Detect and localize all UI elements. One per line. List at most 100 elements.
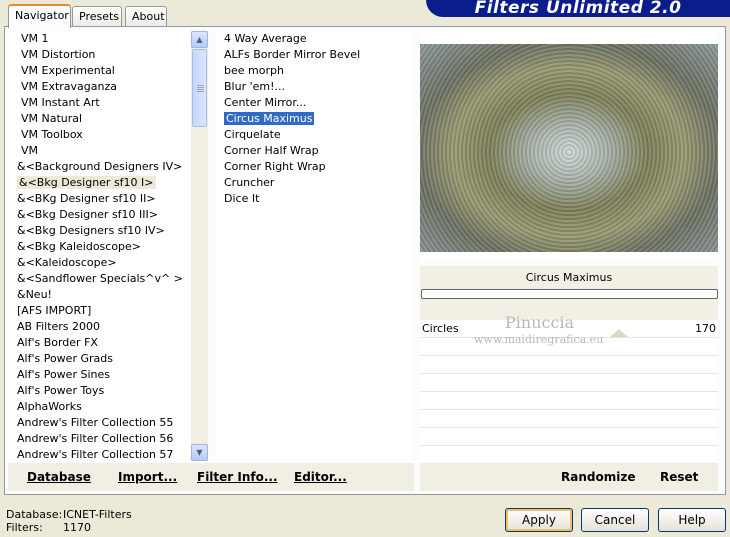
- scroll-up-icon[interactable]: ▲: [191, 31, 208, 48]
- filter-item[interactable]: Dice It: [216, 191, 412, 207]
- category-label: &<Bkg Designers sf10 IV>: [17, 224, 165, 237]
- category-label: Andrew's Filter Collection 56: [17, 432, 174, 445]
- category-label: AlphaWorks: [17, 400, 82, 413]
- category-item[interactable]: VM Distortion: [8, 47, 190, 63]
- category-item[interactable]: Alf's Border FX: [8, 335, 190, 351]
- category-label: Alf's Power Toys: [17, 384, 105, 397]
- filter-label: Blur 'em!...: [224, 80, 285, 93]
- filter-info-button[interactable]: Filter Info...: [197, 470, 278, 484]
- category-list[interactable]: VM 1 VM Distortion VM Experimental VM Extra…: [8, 31, 190, 461]
- category-label: AB Filters 2000: [17, 320, 101, 333]
- category-item[interactable]: Alf's Power Grads: [8, 351, 190, 367]
- category-item[interactable]: Andrew's Filter Collection 57: [8, 447, 190, 461]
- import-button[interactable]: Import...: [118, 470, 177, 484]
- slider-marker-icon[interactable]: [610, 329, 628, 337]
- category-item[interactable]: &<Sandflower Specials^v^ >: [8, 271, 190, 287]
- filter-label: Cruncher: [224, 176, 275, 189]
- category-item[interactable]: &<Kaleidoscope>: [8, 255, 190, 271]
- category-label: [AFS IMPORT]: [17, 304, 92, 317]
- category-item[interactable]: &Neu!: [8, 287, 190, 303]
- randomize-button[interactable]: Randomize: [561, 470, 635, 484]
- tab-presets[interactable]: Presets: [72, 6, 122, 26]
- apply-button[interactable]: Apply: [505, 508, 573, 532]
- category-item[interactable]: AlphaWorks: [8, 399, 190, 415]
- category-label: VM Instant Art: [21, 96, 100, 109]
- category-label: &Neu!: [17, 288, 52, 301]
- param-row-empty: [420, 356, 718, 374]
- filter-label: Cirquelate: [224, 128, 281, 141]
- category-label: VM Experimental: [21, 64, 115, 77]
- param-label: Circles: [422, 322, 459, 335]
- category-item[interactable]: VM Experimental: [8, 63, 190, 79]
- filter-label: bee morph: [224, 64, 284, 77]
- database-value: ICNET-Filters: [63, 508, 132, 521]
- category-scrollbar[interactable]: ▲ ▼: [191, 31, 208, 461]
- category-label: Alf's Border FX: [17, 336, 98, 349]
- category-item[interactable]: Alf's Power Toys: [8, 383, 190, 399]
- filter-item[interactable]: Blur 'em!...: [216, 79, 412, 95]
- category-item[interactable]: VM 1: [8, 31, 190, 47]
- param-row-empty: [420, 446, 718, 464]
- cancel-button[interactable]: Cancel: [581, 508, 649, 532]
- category-item[interactable]: VM Natural: [8, 111, 190, 127]
- category-item[interactable]: VM Instant Art: [8, 95, 190, 111]
- category-item[interactable]: &<Bkg Designers sf10 IV>: [8, 223, 190, 239]
- filter-title-bar: Circus Maximus: [420, 266, 718, 320]
- filter-label: Corner Half Wrap: [224, 144, 319, 157]
- progress-bar: [421, 289, 718, 299]
- scroll-thumb[interactable]: [192, 49, 207, 127]
- param-row-empty: [420, 428, 718, 446]
- param-row-empty: [420, 374, 718, 392]
- filters-label: Filters:: [6, 521, 43, 534]
- tab-about[interactable]: About: [125, 6, 167, 26]
- category-item[interactable]: Alf's Power Sines: [8, 367, 190, 383]
- help-button[interactable]: Help: [658, 508, 726, 532]
- category-item[interactable]: &<BKg Designer sf10 II>: [8, 191, 190, 207]
- category-item[interactable]: [AFS IMPORT]: [8, 303, 190, 319]
- category-label: VM Toolbox: [21, 128, 83, 141]
- category-label: &<Bkg Kaleidoscope>: [17, 240, 142, 253]
- category-item[interactable]: &<Bkg Kaleidoscope>: [8, 239, 190, 255]
- category-item[interactable]: &<Bkg Designer sf10 III>: [8, 207, 190, 223]
- filter-item[interactable]: 4 Way Average: [216, 31, 412, 47]
- param-value: 170: [695, 322, 716, 335]
- filter-label: ALFs Border Mirror Bevel: [224, 48, 361, 61]
- category-item[interactable]: VM: [8, 143, 190, 159]
- filter-item[interactable]: Cruncher: [216, 175, 412, 191]
- filter-title: Circus Maximus: [525, 271, 613, 284]
- category-label: Andrew's Filter Collection 55: [17, 416, 174, 429]
- filter-item[interactable]: bee morph: [216, 63, 412, 79]
- filter-list[interactable]: 4 Way Average ALFs Border Mirror Bevel bee…: [216, 31, 412, 461]
- filter-label: Dice It: [224, 192, 260, 205]
- category-label: VM: [21, 144, 39, 157]
- filter-label: Circus Maximus: [224, 112, 315, 125]
- category-label: VM Extravaganza: [21, 80, 118, 93]
- category-item[interactable]: VM Toolbox: [8, 127, 190, 143]
- category-label: VM Natural: [21, 112, 83, 125]
- database-button[interactable]: Database: [27, 470, 91, 484]
- filter-item[interactable]: ALFs Border Mirror Bevel: [216, 47, 412, 63]
- category-label: &<Kaleidoscope>: [17, 256, 117, 269]
- category-item[interactable]: &<Bkg Designer sf10 I>: [8, 175, 190, 191]
- category-item[interactable]: VM Extravaganza: [8, 79, 190, 95]
- preview-button-strip: Randomize Reset: [420, 463, 718, 491]
- filter-item[interactable]: Center Mirror...: [216, 95, 412, 111]
- filter-label: Center Mirror...: [224, 96, 307, 109]
- scroll-down-icon[interactable]: ▼: [191, 444, 208, 461]
- category-item[interactable]: AB Filters 2000: [8, 319, 190, 335]
- app-banner: Filters Unlimited 2.0: [426, 0, 730, 17]
- category-item[interactable]: Andrew's Filter Collection 55: [8, 415, 190, 431]
- filter-item[interactable]: Corner Right Wrap: [216, 159, 412, 175]
- filter-label: Corner Right Wrap: [224, 160, 326, 173]
- category-item[interactable]: &<Background Designers IV>: [8, 159, 190, 175]
- reset-button[interactable]: Reset: [660, 470, 698, 484]
- category-label: Andrew's Filter Collection 57: [17, 448, 174, 461]
- category-label: Alf's Power Sines: [17, 368, 110, 381]
- filter-item[interactable]: Corner Half Wrap: [216, 143, 412, 159]
- category-item[interactable]: Andrew's Filter Collection 56: [8, 431, 190, 447]
- tab-navigator[interactable]: Navigator: [8, 4, 71, 28]
- editor-button[interactable]: Editor...: [294, 470, 347, 484]
- preview-image: [420, 44, 718, 252]
- filter-item[interactable]: Circus Maximus: [216, 111, 412, 127]
- filter-item[interactable]: Cirquelate: [216, 127, 412, 143]
